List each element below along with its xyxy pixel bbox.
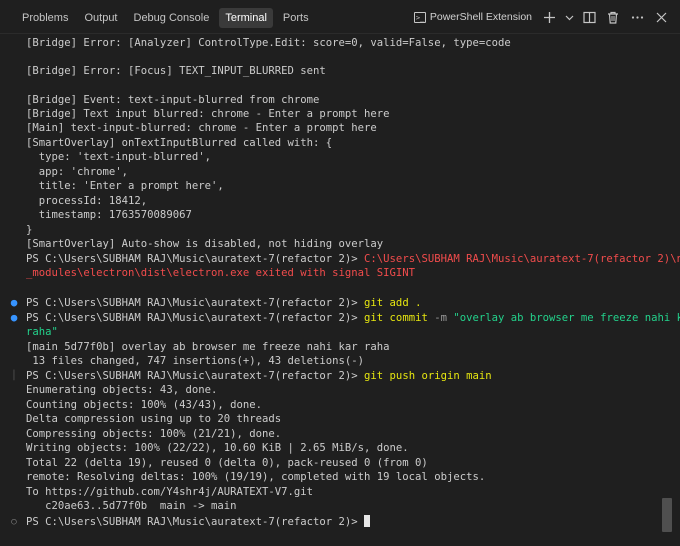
output-line: Counting objects: 100% (43/43), done. [26, 399, 262, 411]
output-line: [SmartOverlay] Auto-show is disabled, no… [26, 238, 384, 250]
panel-header: Problems Output Debug Console Terminal P… [0, 0, 680, 34]
output-line: 13 files changed, 747 insertions(+), 43 … [26, 355, 365, 367]
kill-terminal-button[interactable] [602, 6, 624, 28]
tab-terminal[interactable]: Terminal [219, 8, 273, 28]
output-line: processId: 18412, [26, 195, 148, 207]
split-terminal-button[interactable] [578, 6, 600, 28]
new-terminal-button[interactable] [538, 6, 560, 28]
output-line: Writing objects: 100% (22/22), 10.60 KiB… [26, 442, 409, 454]
command-decoration-icon[interactable]: ● [10, 296, 18, 310]
shell-label: PowerShell Extension [429, 11, 532, 23]
shell-selector[interactable]: >_ PowerShell Extension [410, 7, 536, 27]
plus-icon [543, 11, 555, 23]
output-line: type: 'text-input-blurred', [26, 151, 211, 163]
command-text: git push origin main [364, 370, 492, 382]
panel-tabs: Problems Output Debug Console Terminal P… [16, 8, 315, 28]
more-actions-button[interactable] [626, 6, 648, 28]
prompt: PS C:\Users\SUBHAM RAJ\Music\auratext-7(… [26, 312, 365, 324]
command-text: git add . [364, 297, 422, 309]
close-panel-button[interactable] [650, 6, 672, 28]
output-line: Enumerating objects: 43, done. [26, 384, 218, 396]
output-line: remote: Resolving deltas: 100% (19/19), … [26, 471, 486, 483]
output-line: [Bridge] Error: [Focus] TEXT_INPUT_BLURR… [26, 65, 326, 77]
terminal-scrollbar[interactable] [662, 498, 672, 532]
tab-ports[interactable]: Ports [277, 8, 315, 28]
command-flag: -m [434, 312, 447, 324]
close-icon [656, 12, 666, 22]
prompt-line: ○ PS C:\Users\SUBHAM RAJ\Music\auratext-7… [11, 515, 371, 529]
tab-problems[interactable]: Problems [16, 8, 74, 28]
output-line: timestamp: 1763570089067 [26, 209, 192, 221]
chevron-down-icon [565, 15, 573, 20]
trash-icon [608, 11, 618, 24]
tab-debug-console[interactable]: Debug Console [128, 8, 216, 28]
error-text: _modules\electron\dist\electron.exe exit… [26, 267, 416, 279]
terminal-output[interactable]: [Bridge] Error: [Analyzer] ControlType.E… [0, 34, 680, 546]
prompt-line: │ PS C:\Users\SUBHAM RAJ\Music\auratext-7… [11, 369, 492, 383]
tab-output[interactable]: Output [78, 8, 123, 28]
output-line: To https://github.com/Y4shr4j/AURATEXT-V… [26, 486, 314, 498]
terminal-cursor [364, 515, 371, 527]
prompt-line: PS C:\Users\SUBHAM RAJ\Music\auratext-7(… [26, 252, 680, 266]
prompt: PS C:\Users\SUBHAM RAJ\Music\auratext-7(… [26, 516, 365, 528]
prompt-line: ● PS C:\Users\SUBHAM RAJ\Music\auratext-7… [11, 296, 422, 310]
output-line: Total 22 (delta 19), reused 0 (delta 0),… [26, 457, 428, 469]
error-text: C:\Users\SUBHAM RAJ\Music\auratext-7(ref… [364, 253, 680, 265]
output-line: [Bridge] Event: text-input-blurred from … [26, 94, 320, 106]
output-line: [SmartOverlay] onTextInputBlurred called… [26, 137, 333, 149]
output-line: Delta compression using up to 20 threads [26, 413, 282, 425]
powershell-icon: >_ [413, 11, 426, 23]
prompt: PS C:\Users\SUBHAM RAJ\Music\auratext-7(… [26, 253, 365, 265]
output-line: title: 'Enter a prompt here', [26, 180, 224, 192]
prompt: PS C:\Users\SUBHAM RAJ\Music\auratext-7(… [26, 370, 365, 382]
output-line: [Main] text-input-blurred: chrome - Ente… [26, 122, 377, 134]
command-decoration-icon[interactable]: │ [10, 369, 18, 383]
split-terminal-icon [582, 11, 596, 23]
command-string: "overlay ab browser me freeze nahi kar [453, 312, 680, 324]
command-string: raha" [26, 326, 58, 338]
command-text: git commit [364, 312, 428, 324]
output-line: } [26, 224, 33, 236]
output-line: [Bridge] Error: [Analyzer] ControlType.E… [26, 37, 511, 49]
ellipsis-icon [631, 15, 643, 19]
command-decoration-icon[interactable]: ○ [10, 515, 18, 529]
command-decoration-icon[interactable]: ● [10, 311, 18, 325]
output-line: app: 'chrome', [26, 166, 129, 178]
prompt: PS C:\Users\SUBHAM RAJ\Music\auratext-7(… [26, 297, 365, 309]
terminal-dropdown-button[interactable] [562, 6, 576, 28]
output-line: [Bridge] Text input blurred: chrome - En… [26, 108, 390, 120]
output-line: c20ae63..5d77f0b main -> main [26, 500, 237, 512]
panel-actions: >_ PowerShell Extension [410, 6, 672, 28]
output-line: [main 5d77f0b] overlay ab browser me fre… [26, 341, 390, 353]
output-line: Compressing objects: 100% (21/21), done. [26, 428, 282, 440]
prompt-line: ● PS C:\Users\SUBHAM RAJ\Music\auratext-7… [11, 311, 680, 325]
